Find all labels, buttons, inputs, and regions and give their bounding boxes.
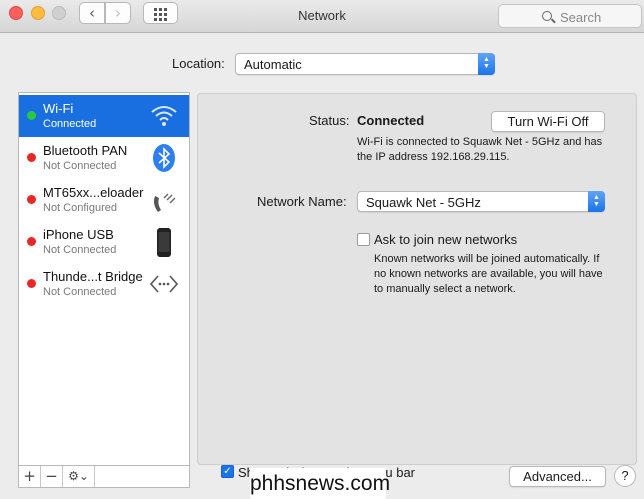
status-value: Connected [357, 113, 425, 128]
status-dot [27, 279, 36, 288]
location-popup[interactable]: Automatic ▲ ▼ [235, 53, 495, 75]
watermark: phhsnews.com [250, 468, 390, 499]
network-name-value: Squawk Net - 5GHz [366, 195, 481, 210]
show-wifi-status-checkbox[interactable]: ✓ [221, 465, 234, 478]
bluetooth-icon [153, 144, 175, 172]
service-status: Not Configured [43, 202, 117, 214]
service-item-bluetooth-pan[interactable]: Bluetooth PAN Not Connected [19, 137, 189, 179]
turn-wifi-off-button[interactable]: Turn Wi-Fi Off [491, 111, 605, 132]
advanced-button[interactable]: Advanced... [509, 466, 606, 487]
service-name: iPhone USB [43, 227, 114, 242]
window-toolbar: ‹ › Network Search [0, 0, 644, 33]
status-dot [27, 153, 36, 162]
service-status: Connected [43, 118, 97, 130]
ask-to-join-label[interactable]: Ask to join new networks [374, 232, 517, 247]
service-status: Not Connected [43, 244, 117, 256]
service-name: MT65xx...eloader [43, 185, 144, 200]
popup-arrows-icon: ▲ ▼ [478, 53, 495, 75]
network-name-popup[interactable]: Squawk Net - 5GHz ▲ ▼ [357, 191, 605, 212]
search-icon [542, 11, 552, 21]
ask-to-join-description: Known networks will be joined automatica… [374, 253, 603, 295]
service-list: Wi-Fi Connected Bluetooth PAN Not Connec… [18, 92, 190, 466]
bridge-arrows-icon [149, 275, 179, 293]
location-label: Location: [172, 56, 225, 71]
service-item-thunderbolt-bridge[interactable]: Thunde...t Bridge Not Connected [19, 263, 189, 305]
service-name: Bluetooth PAN [43, 143, 128, 158]
add-service-button[interactable]: + [19, 466, 41, 487]
status-dot [27, 195, 36, 204]
service-item-mt65xx[interactable]: MT65xx...eloader Not Configured [19, 179, 189, 221]
search-input[interactable]: Search [498, 4, 642, 28]
service-name: Thunde...t Bridge [43, 269, 143, 284]
location-value: Automatic [244, 57, 302, 72]
ask-to-join-checkbox[interactable] [357, 233, 370, 246]
service-status: Not Connected [43, 160, 117, 172]
status-description: Wi-Fi is connected to Squawk Net - 5GHz … [357, 136, 603, 163]
status-dot [27, 111, 36, 120]
modem-phone-icon [154, 193, 176, 212]
gear-icon[interactable]: ⚙⌄ [63, 466, 95, 487]
remove-service-button[interactable]: − [41, 466, 63, 487]
status-label: Status: [309, 113, 350, 128]
wifi-icon [151, 106, 177, 126]
status-dot [27, 237, 36, 246]
network-name-label: Network Name: [257, 194, 347, 209]
service-item-wifi[interactable]: Wi-Fi Connected [19, 95, 189, 137]
popup-arrows-icon: ▲ ▼ [588, 191, 605, 212]
service-actions-bar: + − ⚙⌄ [18, 466, 190, 488]
help-button[interactable]: ? [614, 465, 636, 487]
service-name: Wi-Fi [43, 101, 74, 116]
iphone-icon [157, 228, 171, 257]
service-status: Not Connected [43, 286, 117, 298]
search-placeholder: Search [560, 10, 602, 25]
service-item-iphone-usb[interactable]: iPhone USB Not Connected [19, 221, 189, 263]
